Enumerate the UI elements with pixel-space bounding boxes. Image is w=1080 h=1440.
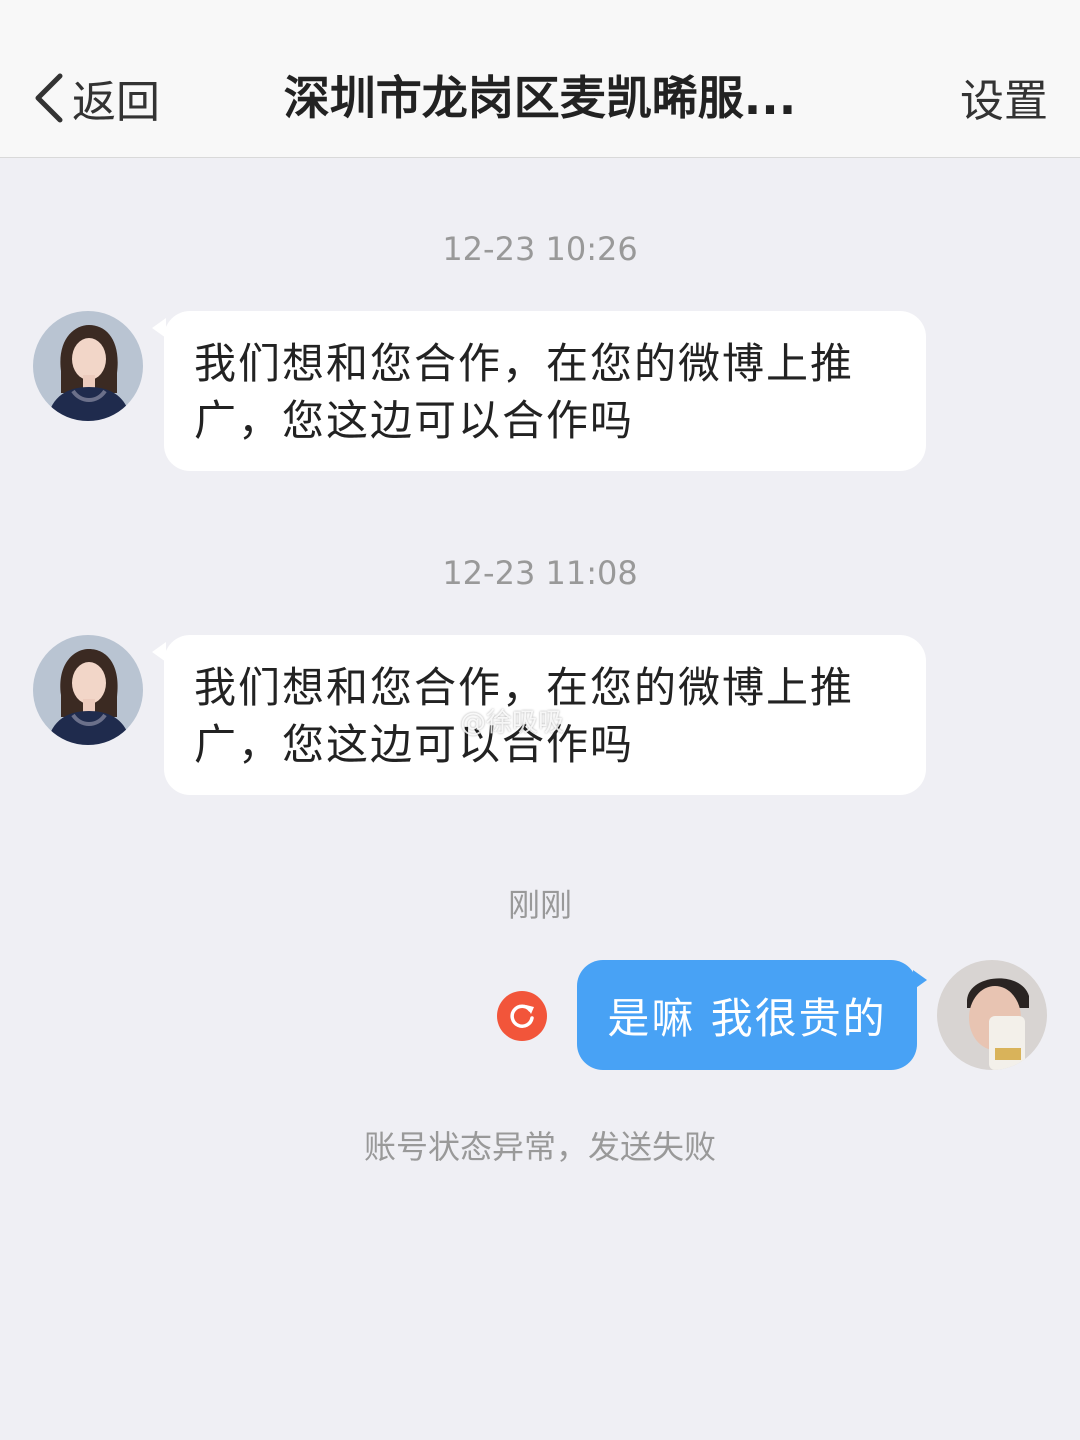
outgoing-message-bubble[interactable]: 是嘛 我很贵的 — [577, 960, 917, 1070]
avatar[interactable] — [33, 635, 143, 745]
timestamp: 刚刚 — [507, 886, 572, 924]
bubble-tail — [913, 970, 927, 990]
avatar[interactable] — [937, 960, 1047, 1070]
woman-avatar-image — [33, 635, 143, 745]
incoming-message-bubble[interactable]: 我们想和您合作，在您的微博上推广，您这边可以合作吗 — [164, 311, 926, 471]
page-title: 深圳市龙岗区麦凯晞服... — [283, 71, 797, 125]
man-avatar-image — [937, 960, 1047, 1070]
watermark: @徐吸吸 — [460, 708, 565, 738]
navigation-bar: 返回 深圳市龙岗区麦凯晞服... 设置 — [0, 0, 1080, 158]
avatar[interactable] — [33, 311, 143, 421]
resend-icon[interactable] — [497, 991, 547, 1041]
timestamp: 12-23 10:26 — [442, 230, 638, 268]
settings-button[interactable]: 设置 — [960, 70, 1048, 134]
timestamp: 12-23 11:08 — [442, 554, 638, 592]
woman-avatar-image — [33, 311, 143, 421]
send-failed-status: 账号状态异常，发送失败 — [363, 1128, 716, 1166]
refresh-icon — [510, 1004, 534, 1028]
